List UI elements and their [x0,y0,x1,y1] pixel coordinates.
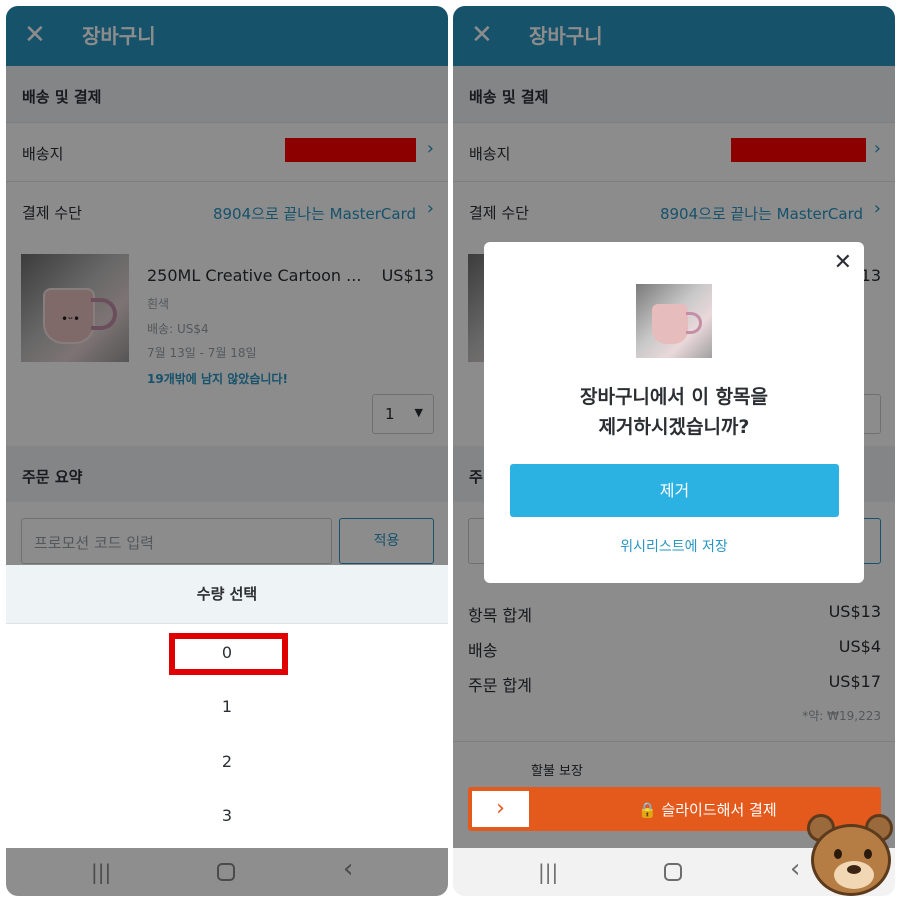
slide-knob[interactable]: › [470,789,531,829]
mug-handle-graphic [686,312,702,334]
home-icon[interactable] [217,863,235,881]
picker-option-1[interactable]: 1 [6,697,448,716]
home-icon[interactable] [664,863,682,881]
picker-option-3[interactable]: 3 [6,806,448,825]
recents-icon[interactable]: ||| [538,860,558,884]
remove-item-dialog: ✕ 장바구니에서 이 항목을 제거하시겠습니까? 제거 위시리스트에 저장 [484,242,864,583]
dialog-question-line2: 제거하시겠습니까? [598,416,750,438]
mug-graphic [652,304,688,344]
remove-button[interactable]: 제거 [510,464,839,517]
save-to-wishlist-link[interactable]: 위시리스트에 저장 [484,536,864,556]
bear-nose [847,865,861,874]
left-screen: ✕ 장바구니 배송 및 결제 배송지 › 결제 수단 8904으로 끝나는 Ma… [6,6,448,896]
back-icon[interactable]: ‹ [343,856,353,882]
picker-title: 수량 선택 [6,565,448,624]
bear-head [811,824,891,896]
product-thumbnail [636,284,712,358]
slide-to-pay-label: 🔒 슬라이드해서 결제 [638,801,777,819]
system-navbar: ||| ‹ [6,848,448,896]
bear-mascot-logo [805,812,897,900]
bear-eye-left [834,849,842,859]
picker-option-2[interactable]: 2 [6,752,448,771]
picker-option-0[interactable]: 0 [6,643,448,662]
recents-icon[interactable]: ||| [91,860,111,884]
close-icon[interactable]: ✕ [834,250,852,275]
right-screen: ✕ 장바구니 배송 및 결제 배송지 › 결제 수단 8904으로 끝나는 Ma… [453,6,895,896]
back-icon[interactable]: ‹ [790,856,800,882]
dialog-question-line1: 장바구니에서 이 항목을 [579,386,769,408]
quantity-picker-sheet: 수량 선택 0 1 2 3 [6,565,448,848]
bear-eye-right [864,849,872,859]
